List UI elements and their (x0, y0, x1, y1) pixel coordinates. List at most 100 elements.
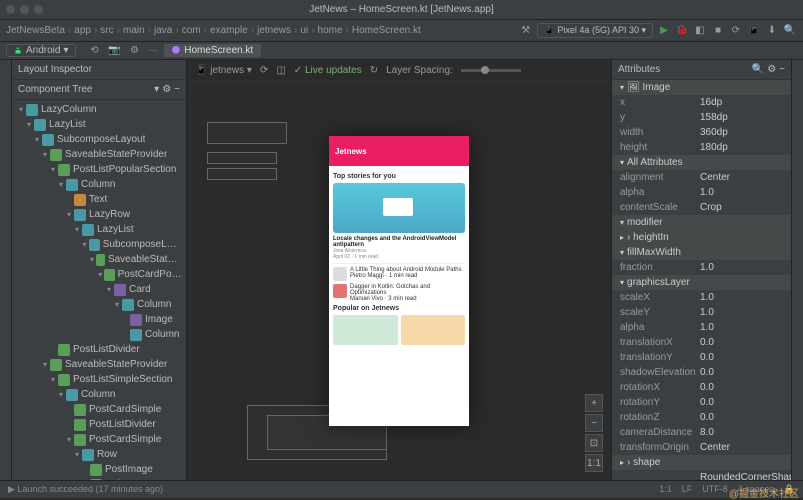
attr-row[interactable]: translationY0.0 (612, 350, 791, 365)
camera-icon[interactable]: 📷 (108, 44, 122, 58)
attr-section[interactable]: ▾ All Attributes (612, 155, 791, 170)
encoding[interactable]: UTF-8 (702, 484, 728, 495)
sdk-icon[interactable]: ⬇ (765, 24, 779, 38)
tree-node[interactable]: ▾LazyRow (12, 207, 186, 222)
attr-row[interactable]: x16dp (612, 95, 791, 110)
search-icon[interactable]: 🔍 (752, 64, 764, 75)
minimize-icon[interactable]: − (779, 64, 785, 75)
hammer-icon[interactable]: ⚒ (519, 24, 533, 38)
attr-row[interactable]: contentScaleCrop (612, 200, 791, 215)
tree-node[interactable]: Image (12, 312, 186, 327)
tree-node[interactable]: ▾Card (12, 282, 186, 297)
device-selector[interactable]: 📱 Pixel 4a (5G) API 30 ▾ (537, 23, 653, 38)
tree-node[interactable]: ▾Column (12, 387, 186, 402)
attr-row[interactable]: width360dp (612, 125, 791, 140)
attr-section[interactable]: ▾ modifier (612, 215, 791, 230)
zoom-in-button[interactable]: + (585, 394, 603, 412)
attr-section[interactable]: ▾ 🖼 Image (612, 80, 791, 95)
attr-row[interactable]: alpha1.0 (612, 185, 791, 200)
left-gutter[interactable] (0, 60, 12, 480)
attr-row[interactable]: scaleX1.0 (612, 290, 791, 305)
cursor-position[interactable]: 1:1 (659, 484, 672, 495)
attr-row[interactable]: shadowElevation0.0 (612, 365, 791, 380)
layer-spacing-slider[interactable] (461, 69, 521, 72)
settings-icon[interactable]: ⚙ (128, 44, 142, 58)
rotate-icon[interactable]: ↻ (370, 65, 378, 76)
refresh-icon[interactable]: ⟳ (260, 65, 268, 76)
profile-icon[interactable]: ◧ (693, 24, 707, 38)
run-icon[interactable]: ▶ (657, 24, 671, 38)
tree-node[interactable]: ▾LazyColumn (12, 102, 186, 117)
stack-icon[interactable]: ◫ (276, 65, 285, 76)
gear-icon[interactable]: ⚙ (767, 64, 776, 75)
line-ending[interactable]: LF (682, 484, 693, 495)
filter-icon[interactable]: ▾ (154, 84, 159, 95)
attr-section[interactable]: ▸ › shape (612, 455, 791, 470)
canvas[interactable]: Jetnews Top stories for you Locale chang… (187, 82, 611, 480)
attr-row[interactable]: transformOriginCenter (612, 440, 791, 455)
run-status[interactable]: ▶ Launch succeeded (17 minutes ago) (8, 484, 163, 495)
gear-icon[interactable]: ⚙ (162, 84, 171, 95)
tree-node[interactable]: ▾Row (12, 447, 186, 462)
sync-icon[interactable]: ⟳ (729, 24, 743, 38)
tree-node[interactable]: PostListDivider (12, 417, 186, 432)
minimize-icon[interactable]: − (174, 84, 180, 95)
component-tree[interactable]: ▾LazyColumn▾LazyList▾SubcomposeLayout▾Sa… (12, 100, 186, 480)
tree-node[interactable]: Column (12, 327, 186, 342)
attr-row[interactable]: height180dp (612, 140, 791, 155)
tree-node[interactable]: PostListDivider (12, 342, 186, 357)
stop-icon[interactable]: ■ (711, 24, 725, 38)
attr-row[interactable]: alpha1.0 (612, 320, 791, 335)
tree-node[interactable]: ▾SubcomposeLayout (12, 132, 186, 147)
avd-icon[interactable]: 📱 (747, 24, 761, 38)
attributes-header: Attributes 🔍 ⚙ − (612, 60, 791, 80)
tree-node[interactable]: ▾Column (12, 477, 186, 480)
attr-section[interactable]: ▾ fillMaxWidth (612, 245, 791, 260)
attr-row[interactable]: rotationX0.0 (612, 380, 791, 395)
android-selector[interactable]: Android ▾ (6, 44, 76, 57)
close-dot[interactable] (6, 5, 15, 14)
live-updates-toggle[interactable]: ✓ Live updates (294, 65, 362, 76)
tree-node[interactable]: PostCardSimple (12, 402, 186, 417)
attr-row[interactable]: rotationZ0.0 (612, 410, 791, 425)
tree-node[interactable]: PostImage (12, 462, 186, 477)
android-icon (13, 46, 23, 56)
tree-node[interactable]: ▾PostCardPopular (12, 267, 186, 282)
zoom-reset-button[interactable]: 1:1 (585, 454, 603, 472)
reload-icon[interactable]: ⟲ (88, 44, 102, 58)
tree-node[interactable]: Text (12, 192, 186, 207)
attr-section[interactable]: ▸ › heightIn (612, 230, 791, 245)
tree-node[interactable]: ▾Column (12, 297, 186, 312)
tree-node[interactable]: ▾SaveableStateProvi... (12, 252, 186, 267)
tree-node[interactable]: ▾LazyList (12, 117, 186, 132)
tree-node[interactable]: ▾PostCardSimple (12, 432, 186, 447)
tree-node[interactable]: ▾SaveableStateProvider (12, 357, 186, 372)
attr-row[interactable]: alignmentCenter (612, 170, 791, 185)
device-preview[interactable]: Jetnews Top stories for you Locale chang… (329, 136, 469, 426)
breadcrumb[interactable]: JetNewsBeta›app›src›main›java›com›exampl… (6, 25, 421, 36)
attr-row[interactable]: cameraDistance8.0 (612, 425, 791, 440)
layer-spacing-label: Layer Spacing: (386, 65, 453, 76)
right-gutter[interactable] (791, 60, 803, 480)
attr-row[interactable]: rotationY0.0 (612, 395, 791, 410)
tree-node[interactable]: ▾PostListSimpleSection (12, 372, 186, 387)
attr-row[interactable]: scaleY1.0 (612, 305, 791, 320)
attr-section[interactable]: ▾ graphicsLayer (612, 275, 791, 290)
process-selector[interactable]: 📱 jetnews ▾ (195, 65, 252, 76)
tree-node[interactable]: ▾LazyList (12, 222, 186, 237)
editor-tab[interactable]: ⬣ HomeScreen.kt (164, 44, 262, 57)
debug-icon[interactable]: 🐞 (675, 24, 689, 38)
zoom-fit-button[interactable]: ⊡ (585, 434, 603, 452)
attr-row[interactable]: fraction1.0 (612, 260, 791, 275)
attr-row[interactable]: translationX0.0 (612, 335, 791, 350)
max-dot[interactable] (34, 5, 43, 14)
tree-node[interactable]: ▾SaveableStateProvider (12, 147, 186, 162)
tree-node[interactable]: ▾PostListPopularSection (12, 162, 186, 177)
tree-node[interactable]: ▾Column (12, 177, 186, 192)
attr-row[interactable]: RoundedCornerShape (612, 470, 791, 480)
tree-node[interactable]: ▾SubcomposeLayout (12, 237, 186, 252)
attr-row[interactable]: y158dp (612, 110, 791, 125)
min-dot[interactable] (20, 5, 29, 14)
zoom-out-button[interactable]: − (585, 414, 603, 432)
search-icon[interactable]: 🔍 (783, 24, 797, 38)
